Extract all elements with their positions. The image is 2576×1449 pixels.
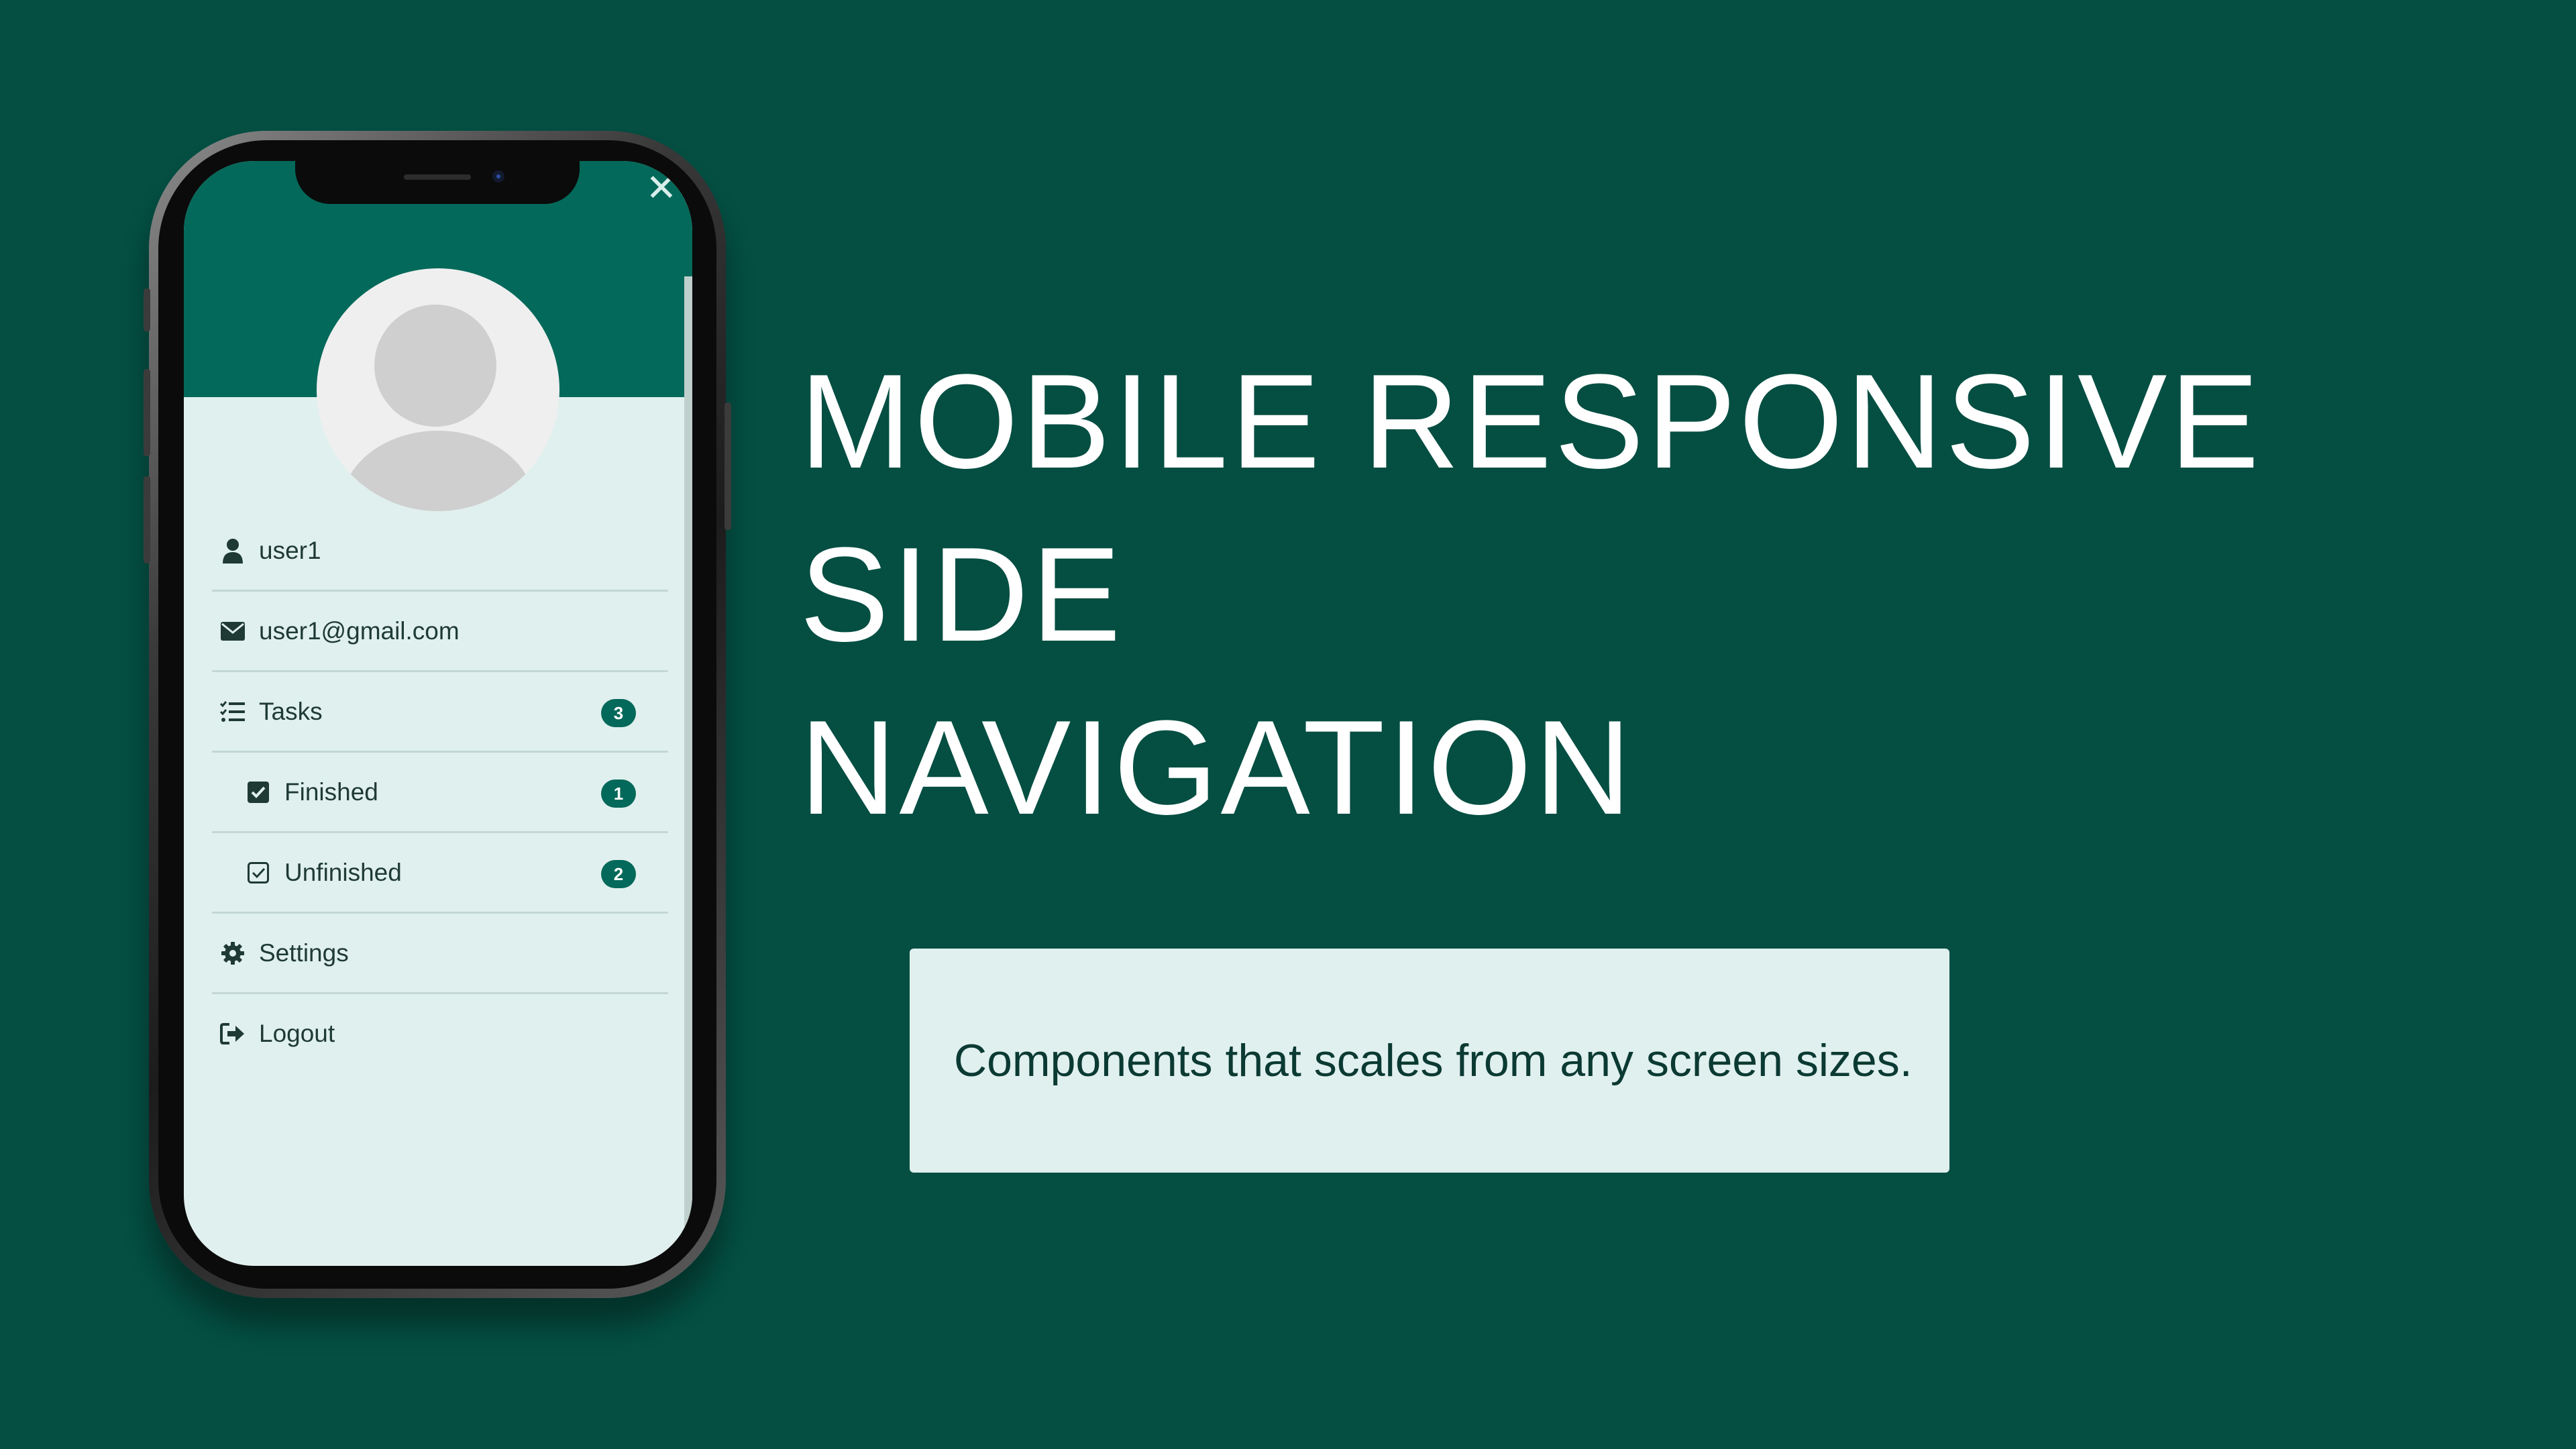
unfinished-count-badge: 2	[601, 860, 636, 888]
gear-icon	[220, 941, 246, 966]
menu-label-tasks: Tasks	[259, 697, 323, 725]
checkbox-outline-icon	[246, 860, 271, 885]
avatar	[317, 268, 559, 511]
finished-count-badge: 1	[601, 780, 636, 808]
menu-item-settings[interactable]: Settings	[212, 914, 668, 994]
scrollbar[interactable]	[684, 276, 692, 1266]
avatar-body	[341, 431, 535, 511]
menu-item-tasks[interactable]: Tasks 3	[212, 672, 668, 753]
phone-volume-up	[144, 369, 150, 456]
menu-label-logout: Logout	[259, 1019, 335, 1047]
info-card: Components that scales from any screen s…	[910, 949, 1949, 1173]
menu-item-email[interactable]: user1@gmail.com	[212, 592, 668, 672]
menu-item-logout[interactable]: Logout	[212, 994, 668, 1073]
menu-item-username[interactable]: user1	[212, 511, 668, 592]
speaker-grille	[404, 174, 471, 180]
page-title-line2: NAVIGATION	[800, 693, 1634, 843]
phone-side-button	[144, 288, 150, 331]
logout-icon	[220, 1021, 246, 1046]
menu-label-username: user1	[259, 536, 321, 564]
menu-label-unfinished: Unfinished	[284, 858, 402, 886]
menu-item-finished[interactable]: Finished 1	[212, 753, 668, 833]
phone-notch	[295, 161, 580, 204]
avatar-head	[374, 305, 496, 427]
tasks-count-badge: 3	[601, 699, 636, 727]
menu-item-unfinished[interactable]: Unfinished 2	[212, 833, 668, 914]
user-icon	[220, 538, 246, 564]
checkbox-checked-icon	[246, 780, 271, 805]
envelope-icon	[220, 619, 246, 644]
menu-label-email: user1@gmail.com	[259, 616, 460, 645]
phone-power-button	[724, 402, 731, 530]
info-card-text: Components that scales from any screen s…	[954, 1035, 1913, 1086]
list-check-icon	[220, 699, 246, 724]
sidenav-menu: user1 user1@gmail.com Tasks 3 Finished 1	[212, 511, 668, 1073]
front-camera	[492, 170, 504, 182]
page-title: MOBILE RESPONSIVE SIDE NAVIGATION	[800, 335, 2477, 855]
phone-screen: ✕ user1 user1@gmail.com Tasks 3 Finished…	[184, 161, 692, 1266]
phone-volume-down	[144, 476, 150, 564]
menu-label-finished: Finished	[284, 777, 378, 806]
page-title-line1: MOBILE RESPONSIVE SIDE	[800, 347, 2262, 669]
close-icon[interactable]: ✕	[644, 169, 679, 207]
menu-label-settings: Settings	[259, 938, 349, 967]
